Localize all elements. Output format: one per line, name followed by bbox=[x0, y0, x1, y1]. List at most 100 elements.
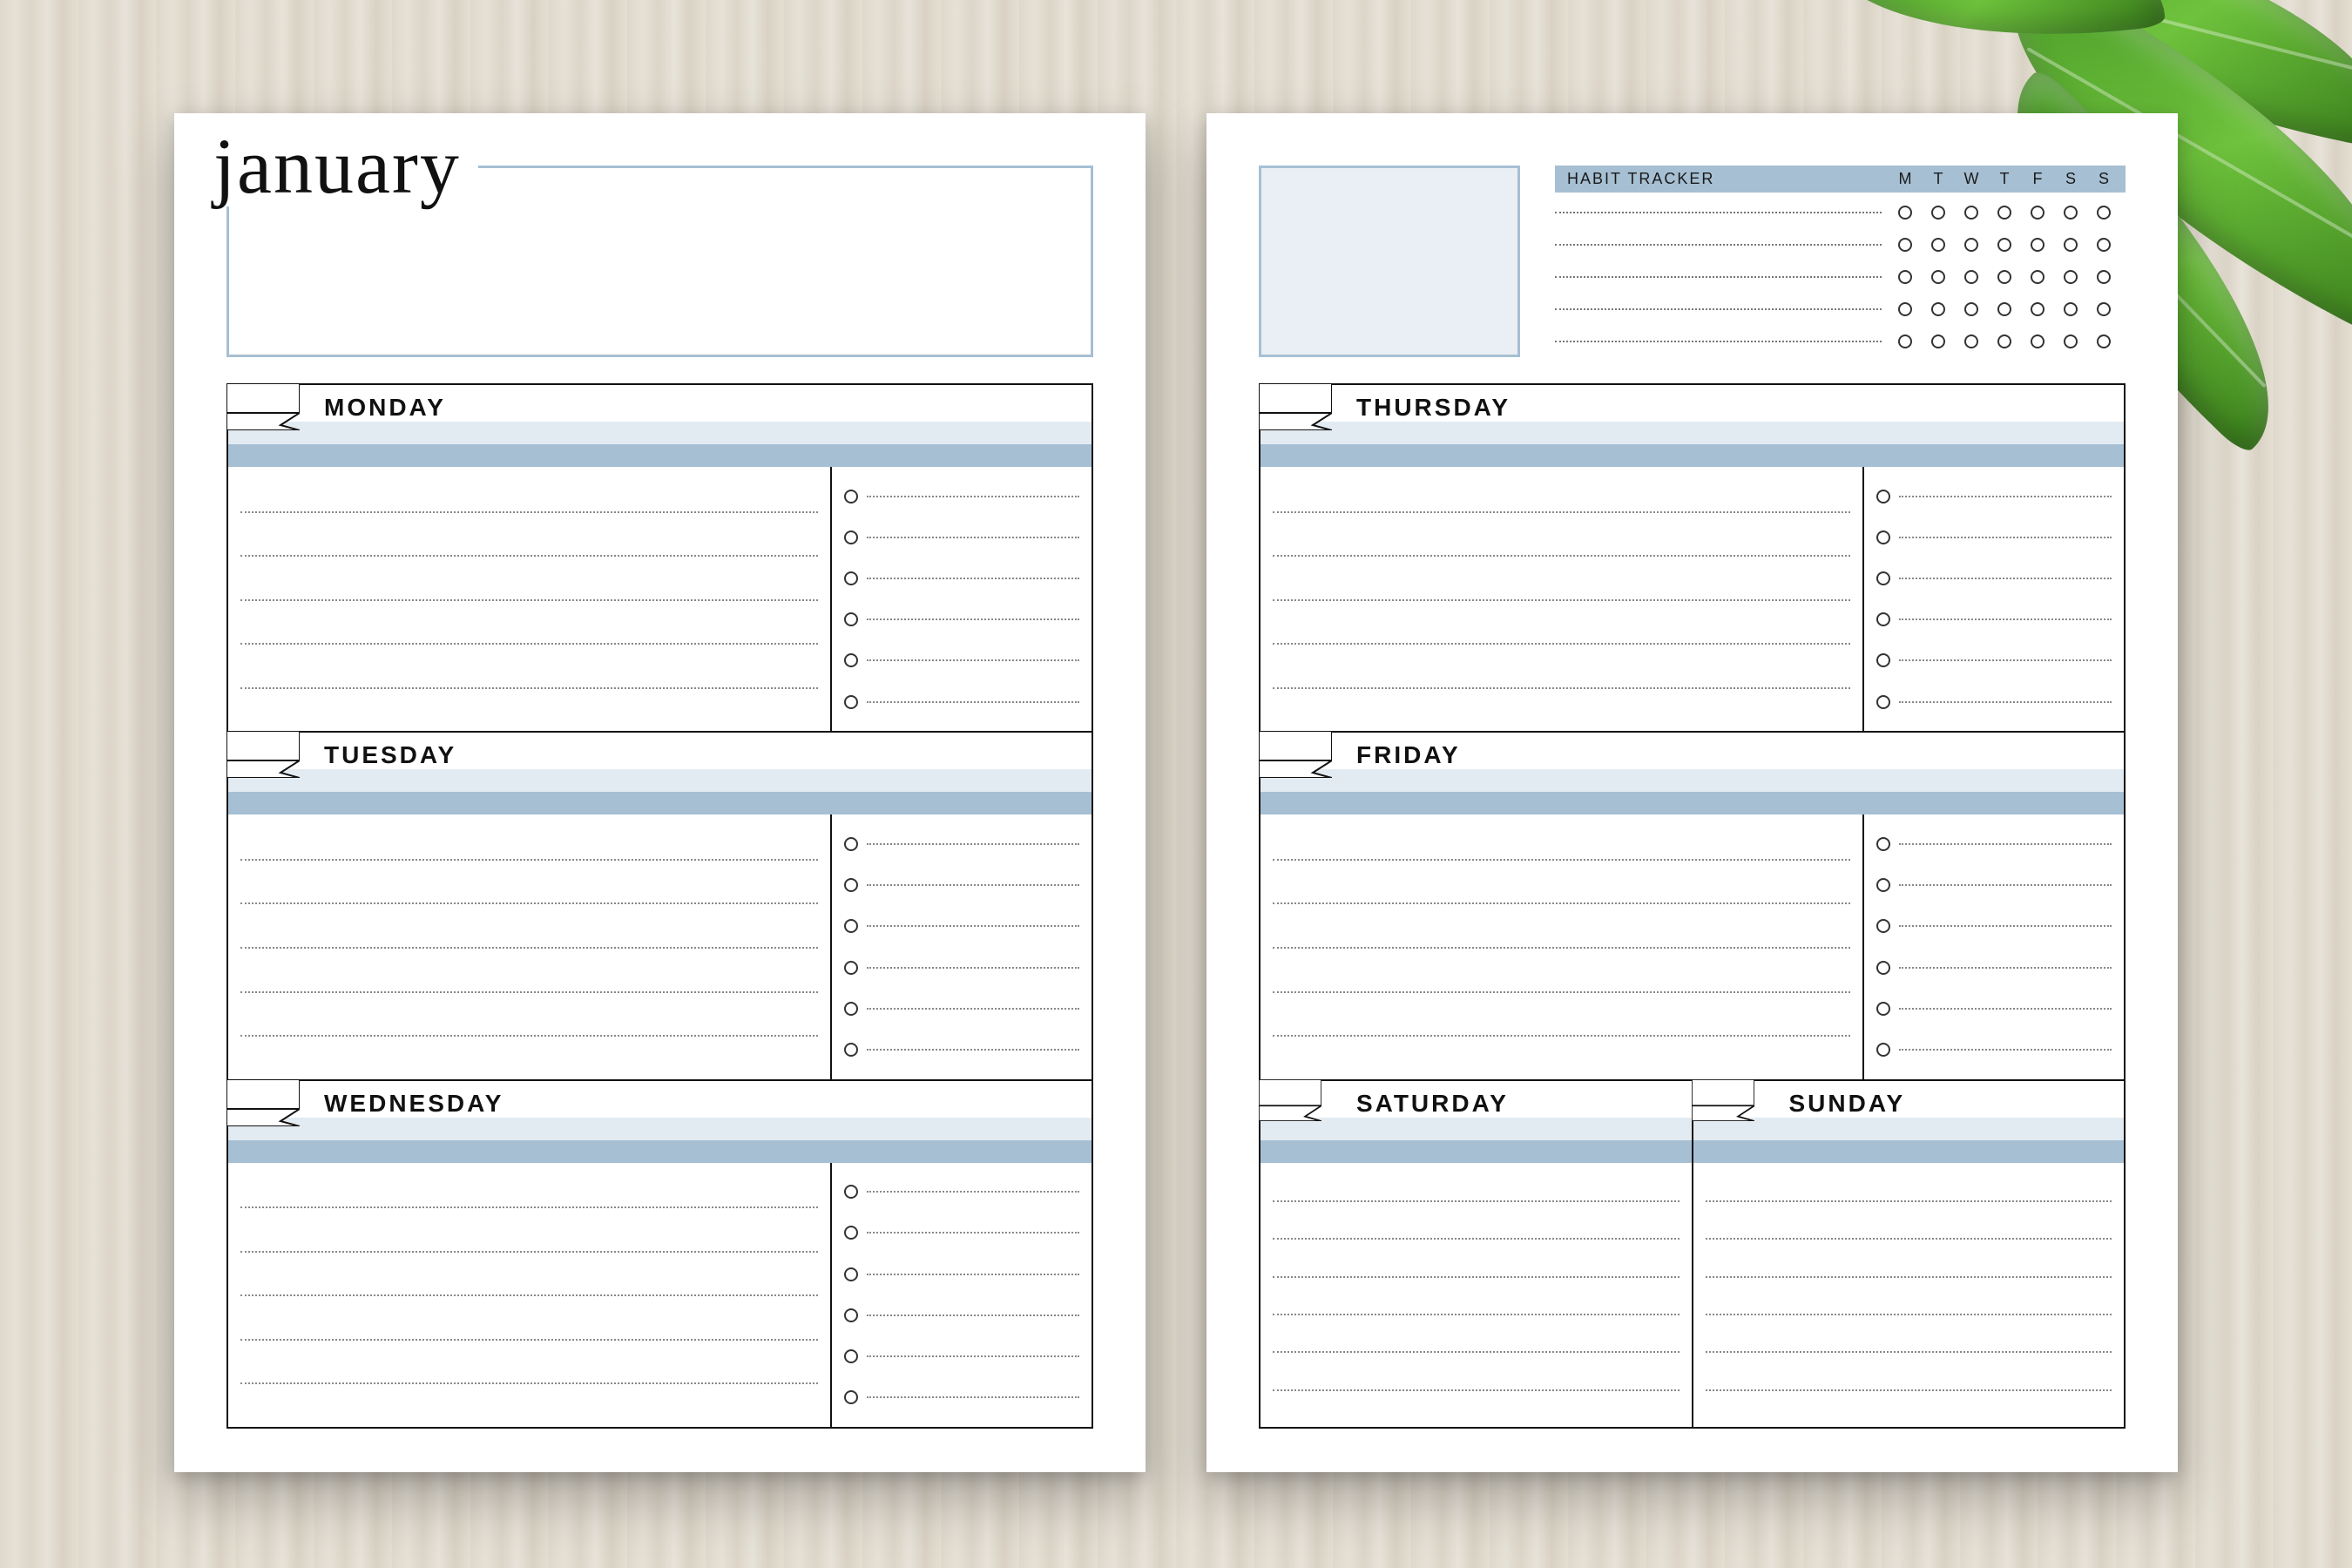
notes-area[interactable] bbox=[1260, 1163, 1692, 1427]
checkbox-circle-icon[interactable] bbox=[1876, 612, 1890, 626]
habit-cell[interactable] bbox=[1922, 270, 1955, 284]
habit-cell[interactable] bbox=[1889, 335, 1922, 348]
checkbox-circle-icon[interactable] bbox=[1876, 695, 1890, 709]
checkbox-circle-icon[interactable] bbox=[844, 490, 858, 504]
checkbox-circle-icon[interactable] bbox=[844, 1226, 858, 1240]
habit-cell[interactable] bbox=[1922, 335, 1955, 348]
checkbox-circle-icon[interactable] bbox=[844, 653, 858, 667]
checkbox-circle-icon[interactable] bbox=[844, 1349, 858, 1363]
todo-item[interactable] bbox=[844, 571, 1079, 585]
habit-cell[interactable] bbox=[1889, 206, 1922, 220]
habit-cell[interactable] bbox=[1889, 302, 1922, 316]
habit-label-line[interactable] bbox=[1555, 276, 1882, 278]
habit-cell[interactable] bbox=[1988, 238, 2021, 252]
todo-item[interactable] bbox=[844, 919, 1079, 933]
todo-item[interactable] bbox=[844, 1390, 1079, 1404]
checkbox-circle-icon[interactable] bbox=[844, 695, 858, 709]
todo-item[interactable] bbox=[1876, 919, 2112, 933]
checkbox-circle-icon[interactable] bbox=[844, 531, 858, 544]
todo-item[interactable] bbox=[1876, 1043, 2112, 1057]
habit-row[interactable] bbox=[1555, 293, 2126, 325]
todo-item[interactable] bbox=[844, 1043, 1079, 1057]
todo-list[interactable] bbox=[830, 814, 1092, 1078]
habit-circle-icon[interactable] bbox=[1898, 335, 1912, 348]
habit-cell[interactable] bbox=[1889, 238, 1922, 252]
checkbox-circle-icon[interactable] bbox=[844, 571, 858, 585]
todo-item[interactable] bbox=[1876, 961, 2112, 975]
habit-cell[interactable] bbox=[2021, 335, 2054, 348]
habit-circle-icon[interactable] bbox=[1898, 238, 1912, 252]
todo-item[interactable] bbox=[844, 695, 1079, 709]
notes-area[interactable] bbox=[1693, 1163, 2125, 1427]
habit-circle-icon[interactable] bbox=[2097, 302, 2111, 316]
todo-item[interactable] bbox=[844, 961, 1079, 975]
habit-label-line[interactable] bbox=[1555, 212, 1882, 213]
habit-circle-icon[interactable] bbox=[1964, 238, 1978, 252]
habit-circle-icon[interactable] bbox=[2031, 302, 2044, 316]
notes-area[interactable] bbox=[228, 467, 830, 731]
todo-item[interactable] bbox=[1876, 1002, 2112, 1016]
habit-circle-icon[interactable] bbox=[1898, 270, 1912, 284]
habit-circle-icon[interactable] bbox=[1997, 206, 2011, 220]
habit-cell[interactable] bbox=[2054, 206, 2087, 220]
habit-circle-icon[interactable] bbox=[2097, 206, 2111, 220]
checkbox-circle-icon[interactable] bbox=[844, 1390, 858, 1404]
habit-cell[interactable] bbox=[1955, 206, 1988, 220]
todo-item[interactable] bbox=[1876, 837, 2112, 851]
habit-circle-icon[interactable] bbox=[1931, 206, 1945, 220]
habit-cell[interactable] bbox=[1922, 302, 1955, 316]
todo-item[interactable] bbox=[844, 531, 1079, 544]
todo-item[interactable] bbox=[844, 1002, 1079, 1016]
checkbox-circle-icon[interactable] bbox=[1876, 531, 1890, 544]
habit-circle-icon[interactable] bbox=[2097, 335, 2111, 348]
habit-cell[interactable] bbox=[1922, 238, 1955, 252]
habit-circle-icon[interactable] bbox=[2031, 335, 2044, 348]
habit-cell[interactable] bbox=[1988, 270, 2021, 284]
todo-item[interactable] bbox=[1876, 878, 2112, 892]
habit-cell[interactable] bbox=[1988, 335, 2021, 348]
checkbox-circle-icon[interactable] bbox=[1876, 653, 1890, 667]
habit-circle-icon[interactable] bbox=[1898, 302, 1912, 316]
checkbox-circle-icon[interactable] bbox=[1876, 571, 1890, 585]
todo-list[interactable] bbox=[1862, 814, 2124, 1078]
habit-cell[interactable] bbox=[1988, 206, 2021, 220]
checkbox-circle-icon[interactable] bbox=[844, 1267, 858, 1281]
todo-item[interactable] bbox=[1876, 695, 2112, 709]
todo-item[interactable] bbox=[844, 1349, 1079, 1363]
habit-cell[interactable] bbox=[1955, 302, 1988, 316]
checkbox-circle-icon[interactable] bbox=[844, 837, 858, 851]
habit-cell[interactable] bbox=[2087, 238, 2120, 252]
habit-circle-icon[interactable] bbox=[1997, 270, 2011, 284]
habit-circle-icon[interactable] bbox=[2064, 302, 2078, 316]
habit-cell[interactable] bbox=[2021, 302, 2054, 316]
habit-circle-icon[interactable] bbox=[1997, 302, 2011, 316]
habit-cell[interactable] bbox=[1955, 270, 1988, 284]
todo-item[interactable] bbox=[1876, 490, 2112, 504]
todo-list[interactable] bbox=[830, 467, 1092, 731]
habit-circle-icon[interactable] bbox=[2064, 335, 2078, 348]
checkbox-circle-icon[interactable] bbox=[844, 961, 858, 975]
habit-circle-icon[interactable] bbox=[2064, 206, 2078, 220]
checkbox-circle-icon[interactable] bbox=[1876, 837, 1890, 851]
habit-circle-icon[interactable] bbox=[2064, 238, 2078, 252]
habit-label-line[interactable] bbox=[1555, 244, 1882, 246]
habit-circle-icon[interactable] bbox=[1964, 302, 1978, 316]
habit-cell[interactable] bbox=[2021, 238, 2054, 252]
habit-circle-icon[interactable] bbox=[2031, 206, 2044, 220]
habit-cell[interactable] bbox=[2087, 206, 2120, 220]
habit-row[interactable] bbox=[1555, 196, 2126, 228]
habit-cell[interactable] bbox=[2054, 238, 2087, 252]
todo-item[interactable] bbox=[844, 878, 1079, 892]
habit-row[interactable] bbox=[1555, 325, 2126, 357]
habit-cell[interactable] bbox=[1889, 270, 1922, 284]
habit-row[interactable] bbox=[1555, 228, 2126, 260]
todo-item[interactable] bbox=[844, 837, 1079, 851]
todo-item[interactable] bbox=[1876, 653, 2112, 667]
todo-list[interactable] bbox=[830, 1163, 1092, 1427]
habit-cell[interactable] bbox=[2087, 335, 2120, 348]
habit-circle-icon[interactable] bbox=[2097, 270, 2111, 284]
habit-circle-icon[interactable] bbox=[1898, 206, 1912, 220]
todo-item[interactable] bbox=[1876, 531, 2112, 544]
habit-cell[interactable] bbox=[2054, 270, 2087, 284]
habit-circle-icon[interactable] bbox=[1931, 238, 1945, 252]
